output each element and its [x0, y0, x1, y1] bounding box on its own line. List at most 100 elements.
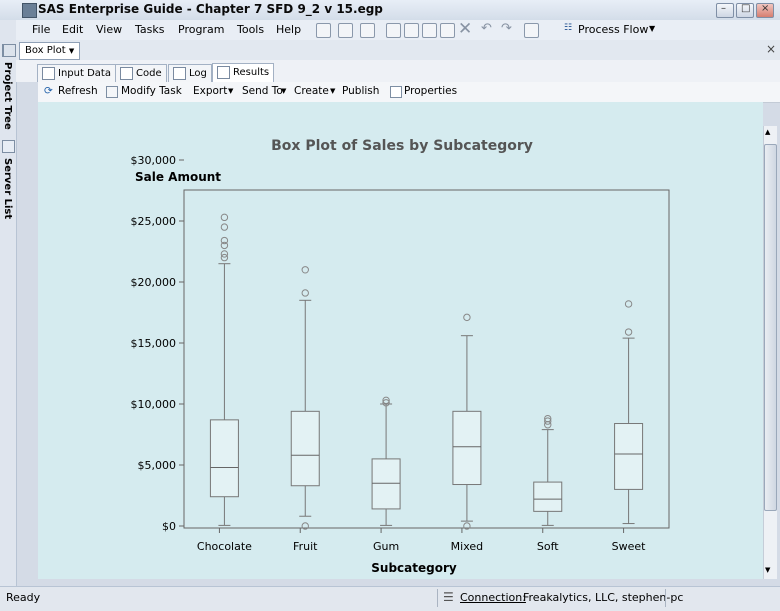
send-to-menu[interactable]: Send To	[242, 85, 283, 97]
project-tree-tab[interactable]: Project Tree	[2, 62, 13, 130]
log-icon	[173, 67, 186, 80]
y-tick-label: $25,000	[131, 215, 177, 228]
outlier-point	[220, 223, 229, 231]
send-to-dropdown-icon[interactable]: ▼	[281, 87, 286, 95]
menu-program[interactable]: Program	[178, 23, 224, 36]
results-icon	[217, 66, 230, 79]
results-pane: Box Plot of Sales by Subcategory Sale Am…	[38, 102, 763, 579]
copy-icon[interactable]	[422, 23, 437, 38]
server-list-tab[interactable]: Server List	[2, 158, 13, 219]
close-document-icon[interactable]: ×	[766, 42, 776, 56]
process-flow-button[interactable]: Process Flow	[578, 23, 648, 36]
menu-help[interactable]: Help	[276, 23, 301, 36]
tab-label: Input Data	[58, 68, 111, 79]
connection-value: Freakalytics, LLC, stephen-pc	[523, 591, 684, 604]
scrollbar-thumb[interactable]	[764, 144, 777, 511]
box	[614, 423, 644, 490]
open-icon[interactable]	[338, 23, 353, 38]
connection-link[interactable]: Connection:	[460, 591, 526, 604]
document-icon	[3, 44, 16, 57]
cut-icon[interactable]	[404, 23, 419, 38]
scroll-up-icon[interactable]: ▲	[765, 128, 770, 136]
menu-file[interactable]: File	[32, 23, 50, 36]
tab-log[interactable]: Log	[168, 64, 212, 82]
process-flow-icon: ☷	[564, 23, 573, 33]
undo-icon[interactable]: ↶	[481, 21, 492, 36]
box-plot-tab-label: Box Plot	[25, 45, 66, 56]
box	[209, 419, 239, 498]
code-icon	[120, 67, 133, 80]
print-icon[interactable]	[386, 23, 401, 38]
view-toggle-icon[interactable]	[524, 23, 539, 38]
paste-icon[interactable]	[440, 23, 455, 38]
outlier-point	[301, 289, 309, 297]
redo-icon[interactable]: ↷	[501, 21, 512, 36]
refresh-button[interactable]: Refresh	[58, 85, 98, 97]
box	[290, 410, 320, 487]
outlier-point	[220, 236, 229, 245]
outlier-point	[463, 313, 471, 322]
menu-edit[interactable]: Edit	[62, 23, 83, 36]
side-panel-strip: Project Tree Server List	[0, 20, 17, 590]
view-tabs: Input Data Code Log Results	[16, 60, 780, 83]
delete-icon[interactable]: ✕	[458, 19, 472, 39]
modify-task-icon	[106, 86, 118, 98]
y-tick-label: $30,000	[131, 154, 177, 167]
outlier-point	[301, 266, 309, 274]
save-icon[interactable]	[360, 23, 375, 38]
maximize-button[interactable]: □	[736, 3, 754, 18]
app-icon	[22, 3, 37, 18]
close-button[interactable]: ×	[756, 3, 774, 18]
document-tab-bar: Box Plot ▼ ×	[3, 40, 780, 61]
x-tick-label: Sweet	[612, 540, 647, 553]
y-tick-label: $5,000	[138, 459, 177, 472]
y-axis-label: Sale Amount	[135, 170, 221, 184]
results-toolbar: ⟳ Refresh Modify Task Export ▼ Send To ▼…	[38, 82, 780, 103]
minimize-button[interactable]: –	[716, 3, 734, 18]
status-bar: Ready ☰ Connection: Freakalytics, LLC, s…	[0, 586, 780, 611]
menu-tools[interactable]: Tools	[237, 23, 264, 36]
process-flow-dropdown-icon[interactable]: ▼	[649, 24, 655, 33]
scroll-down-icon[interactable]: ▼	[765, 566, 770, 574]
create-dropdown-icon[interactable]: ▼	[330, 87, 335, 95]
plot-frame	[183, 189, 670, 529]
box-plot-chart: Box Plot of Sales by Subcategory Sale Am…	[131, 138, 670, 575]
box	[452, 410, 482, 486]
menu-tasks[interactable]: Tasks	[135, 23, 164, 36]
x-tick-label: Soft	[537, 540, 559, 553]
box-plot-document-tab[interactable]: Box Plot ▼	[19, 42, 81, 60]
title-bar: SAS Enterprise Guide - Chapter 7 SFD 9_2…	[0, 0, 780, 21]
export-dropdown-icon[interactable]: ▼	[228, 87, 233, 95]
chart-title: Box Plot of Sales by Subcategory	[271, 138, 533, 154]
server-list-icon	[2, 140, 15, 153]
tab-code[interactable]: Code	[115, 64, 167, 82]
outlier-point	[220, 213, 229, 222]
properties-button[interactable]: Properties	[404, 85, 457, 97]
y-tick-label: $15,000	[131, 337, 177, 350]
doc-tab-dropdown-icon[interactable]: ▼	[69, 47, 74, 55]
menu-view[interactable]: View	[96, 23, 122, 36]
outlier-point	[624, 328, 633, 336]
x-tick-label: Gum	[373, 540, 399, 553]
tab-label: Code	[136, 68, 162, 79]
properties-icon	[390, 86, 402, 98]
x-tick-label: Mixed	[451, 540, 483, 553]
modify-task-button[interactable]: Modify Task	[121, 85, 182, 97]
box	[533, 481, 563, 512]
y-tick-label: $10,000	[131, 398, 177, 411]
y-tick-label: $20,000	[131, 276, 177, 289]
x-axis-label: Subcategory	[371, 561, 457, 575]
publish-button[interactable]: Publish	[342, 85, 379, 97]
table-icon	[42, 67, 55, 80]
tab-input-data[interactable]: Input Data	[37, 64, 116, 82]
tab-results[interactable]: Results	[212, 63, 275, 83]
refresh-icon: ⟳	[44, 85, 53, 97]
status-divider	[437, 589, 438, 607]
export-menu[interactable]: Export	[193, 85, 227, 97]
tab-label: Results	[233, 67, 270, 78]
window-title: SAS Enterprise Guide - Chapter 7 SFD 9_2…	[38, 2, 383, 16]
create-menu[interactable]: Create	[294, 85, 329, 97]
connection-icon: ☰	[443, 590, 454, 604]
outlier-point	[624, 300, 633, 308]
new-icon[interactable]	[316, 23, 331, 38]
